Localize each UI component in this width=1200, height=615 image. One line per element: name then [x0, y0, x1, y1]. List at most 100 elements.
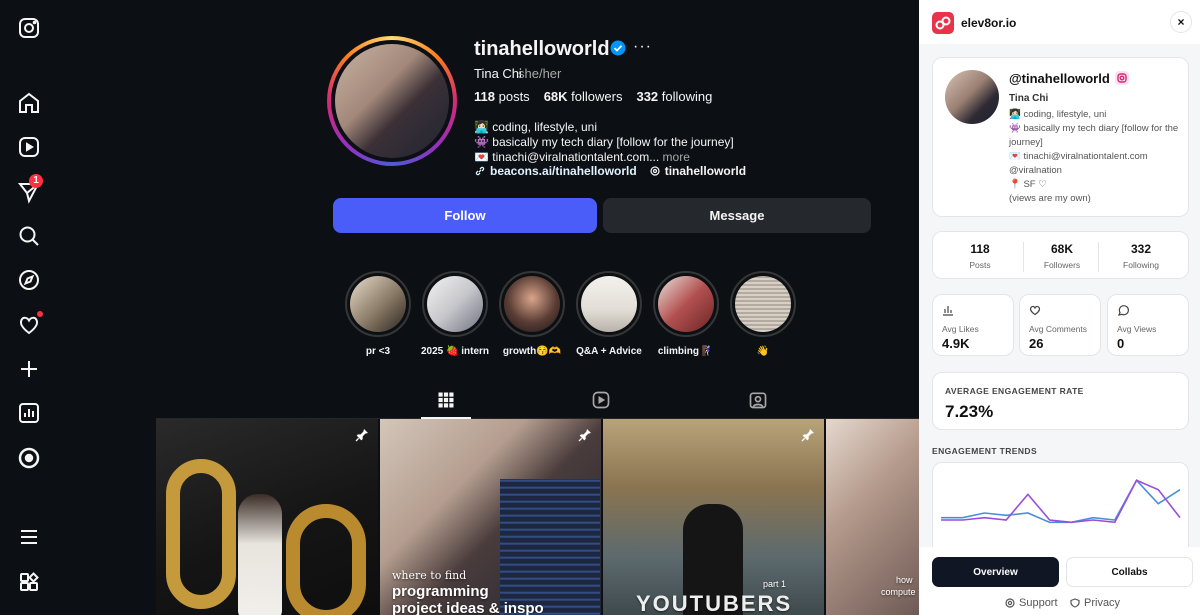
panel-footer: Overview Collabs Support Privacy [919, 547, 1200, 615]
profile-card: @tinahelloworld Tina Chi 👩🏻‍💻 coding, li… [932, 57, 1189, 217]
engagement-card: AVERAGE ENGAGEMENT RATE 7.23% [932, 372, 1189, 430]
avg-comments-value: 26 [1029, 336, 1044, 351]
search-icon[interactable] [17, 224, 41, 248]
gold-balloon-5 [166, 459, 236, 609]
support-link[interactable]: Support [1005, 597, 1058, 609]
posts-stat: 118 posts [474, 89, 530, 104]
laptop-screen [500, 479, 600, 615]
person-figure [238, 494, 282, 615]
dashboard-icon[interactable] [17, 401, 41, 425]
highlight-item[interactable]: Q&A + Advice [575, 271, 643, 357]
create-icon[interactable] [17, 357, 41, 381]
profile-full-name: Tina Chi [474, 66, 522, 81]
panel-brand: elev8or.io [961, 16, 1017, 30]
notification-dot [37, 311, 43, 317]
profile-avatar[interactable] [327, 36, 457, 166]
stats-card: 118 Posts 68K Followers 332 Following [932, 231, 1189, 279]
avg-comments-card: Avg Comments 26 [1019, 294, 1101, 356]
trends-title: ENGAGEMENT TRENDS [932, 446, 1038, 456]
profile-stats: 118 posts 68K followers 332 following [474, 89, 712, 104]
explore-icon[interactable] [17, 268, 41, 292]
trend-series-line-1 [941, 478, 1181, 524]
panel-bio-line: 💌 tinachi@viralnationtalent.com [1009, 151, 1148, 162]
post-caption: programming [392, 583, 489, 600]
pin-icon [801, 429, 814, 442]
instagram-icon[interactable] [1115, 71, 1129, 85]
bio-line: 💌 tinachi@viralnationtalent.com... more [474, 150, 690, 164]
tagged-icon [749, 392, 767, 409]
highlight-item[interactable]: 2025 🍓 intern [421, 271, 489, 357]
engagement-label: AVERAGE ENGAGEMENT RATE [945, 386, 1084, 396]
post-tile[interactable]: part 1 YOUTUBERS [603, 419, 824, 615]
profile-photo [335, 44, 449, 158]
avg-views-card: Avg Views 0 [1107, 294, 1189, 356]
pin-icon [578, 429, 591, 442]
overview-button[interactable]: Overview [932, 557, 1059, 587]
following-stat[interactable]: 332 following [636, 89, 712, 104]
bio-more-link[interactable]: more [663, 150, 690, 164]
privacy-link[interactable]: Privacy [1070, 597, 1120, 609]
profile-username: tinahelloworld [474, 38, 610, 60]
tab-tagged[interactable] [746, 390, 770, 412]
panel-bio-line: @viralnation [1009, 165, 1062, 176]
post-caption: where to find [392, 569, 467, 582]
post-caption: part 1 [763, 579, 787, 589]
shield-icon [1070, 598, 1080, 608]
bio-line: 👾 basically my tech diary [follow for th… [474, 135, 734, 149]
threads-icon [650, 166, 660, 176]
follow-button[interactable]: Follow [333, 198, 597, 233]
instagram-logo-icon[interactable] [17, 16, 41, 40]
collabs-button[interactable]: Collabs [1066, 557, 1193, 587]
avg-likes-value: 4.9K [942, 336, 970, 351]
panel-bio-line: (views are my own) [1009, 193, 1091, 204]
external-link[interactable]: beacons.ai/tinahelloworld [474, 164, 637, 178]
post-caption: compute [881, 587, 916, 597]
panel-handle: @tinahelloworld [1009, 71, 1110, 86]
reels-icon[interactable] [17, 135, 41, 159]
bio-line: 👩🏻‍💻 coding, lifestyle, uni [474, 120, 597, 134]
also-from-meta-icon[interactable] [17, 570, 41, 594]
elev8or-panel: elev8or.io × @tinahelloworld Tina Chi 👩🏻… [919, 0, 1200, 615]
messages-badge: 1 [29, 174, 43, 188]
followers-stat[interactable]: 68K followers [544, 89, 623, 104]
heart-icon [1029, 305, 1041, 316]
more-options-button[interactable]: ··· [633, 38, 652, 56]
post-caption: how [896, 575, 913, 585]
gold-balloon-0 [286, 504, 366, 615]
home-icon[interactable] [17, 91, 41, 115]
highlight-item[interactable]: pr <3 [344, 271, 412, 357]
notifications-icon[interactable] [17, 311, 43, 337]
panel-header: elev8or.io × [919, 0, 1200, 44]
post-tile[interactable]: how compute [826, 419, 920, 615]
post-tile[interactable] [156, 419, 378, 615]
highlight-item[interactable]: climbing 🧗🏻‍♀️ [652, 271, 720, 357]
verified-badge-icon [610, 40, 626, 56]
panel-bio-line: 👩🏻‍💻 coding, lifestyle, uni [1009, 109, 1107, 120]
avg-likes-card: Avg Likes 4.9K [932, 294, 1014, 356]
close-icon[interactable]: × [1170, 11, 1192, 33]
highlight-item[interactable]: 👋 [729, 271, 797, 357]
pin-icon [355, 429, 368, 442]
profile-bio: 👩🏻‍💻 coding, lifestyle, uni 👾 basically … [474, 120, 734, 165]
elev8or-logo-icon [932, 12, 954, 34]
stat-following: 332 Following [1123, 242, 1159, 270]
meta-threads-icon[interactable] [17, 446, 41, 470]
profile-links: beacons.ai/tinahelloworld tinahelloworld [474, 164, 746, 178]
highlight-item[interactable]: growth😚🫶 [498, 271, 566, 357]
tab-reels[interactable] [589, 390, 613, 412]
messages-icon[interactable]: 1 [17, 174, 43, 204]
panel-bio: 👩🏻‍💻 coding, lifestyle, uni 👾 basically … [1009, 108, 1193, 206]
message-button[interactable]: Message [603, 198, 871, 233]
trends-card [932, 462, 1189, 552]
post-tile[interactable]: where to find programming project ideas … [380, 419, 601, 615]
support-icon [1005, 598, 1015, 608]
panel-bio-line: 📍 SF ♡ [1009, 179, 1047, 190]
panel-bio-line: 👾 basically my tech diary [follow for th… [1009, 123, 1179, 148]
threads-link[interactable]: tinahelloworld [649, 164, 746, 178]
engagement-trends-chart [941, 478, 1181, 524]
comment-icon [1118, 305, 1129, 316]
menu-icon[interactable] [17, 525, 41, 549]
tab-posts-grid[interactable] [434, 390, 458, 412]
panel-avatar [945, 70, 999, 124]
grid-icon [438, 392, 454, 408]
